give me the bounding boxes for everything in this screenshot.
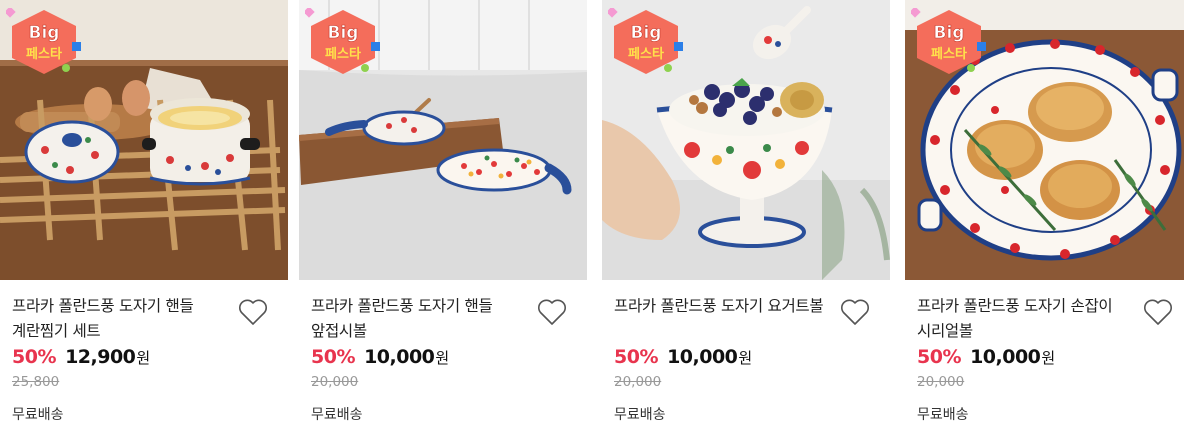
product-title[interactable]: 프라카 폴란드풍 도자기 핸들 앞접시볼 [311,294,523,344]
original-price: 20,000 [311,374,359,390]
price-row: 50% 10,000원 [311,346,449,372]
currency-unit: 원 [1041,349,1056,367]
badge-line1: Big [328,23,359,43]
currency-unit: 원 [738,349,753,367]
product-title[interactable]: 프라카 폴란드풍 도자기 핸들 계란찜기 세트 [12,294,224,344]
shipping-info: 무료배송 [917,407,969,423]
discount-rate: 50% [917,346,961,368]
big-festa-badge-icon: Big 페스타 [305,8,380,74]
sale-price: 10,000 [364,346,435,368]
original-price: 25,800 [12,374,60,390]
discount-rate: 50% [12,346,56,368]
badge-line2: 페스타 [325,46,361,62]
badge-line1: Big [29,23,60,43]
product-card[interactable]: Big 페스타 프라카 폴란드풍 도자기 핸들 계란찜기 세트 50% 12,9… [0,0,288,440]
heart-outline-icon[interactable] [537,298,567,326]
sale-price: 10,000 [667,346,738,368]
product-image[interactable]: Big 페스타 [299,0,587,280]
product-title[interactable]: 프라카 폴란드풍 도자기 요거트볼 [614,294,826,319]
shipping-info: 무료배송 [12,407,64,423]
badge-line2: 페스타 [931,46,967,62]
currency-unit: 원 [136,349,151,367]
badge-line2: 페스타 [628,46,664,62]
product-card[interactable]: Big 페스타 프라카 폴란드풍 도자기 요거트볼 50% 10,000원 20… [602,0,890,440]
badge-line1: Big [934,23,965,43]
shipping-info: 무료배송 [311,407,363,423]
big-festa-badge-icon: Big 페스타 [608,8,683,74]
sale-price: 12,900 [65,346,136,368]
badge-line2: 페스타 [26,46,62,62]
price-row: 50% 10,000원 [614,346,752,372]
currency-unit: 원 [435,349,450,367]
price-row: 50% 10,000원 [917,346,1055,372]
heart-outline-icon[interactable] [238,298,268,326]
discount-rate: 50% [614,346,658,368]
product-image[interactable]: Big 페스타 [602,0,890,280]
product-card[interactable]: Big 페스타 프라카 폴란드풍 도자기 손잡이 시리얼볼 50% 10,000… [905,0,1184,440]
price-row: 50% 12,900원 [12,346,150,372]
shipping-info: 무료배송 [614,407,666,423]
badge-line1: Big [631,23,662,43]
product-title[interactable]: 프라카 폴란드풍 도자기 손잡이 시리얼볼 [917,294,1129,344]
original-price: 20,000 [614,374,662,390]
product-image[interactable]: Big 페스타 [0,0,288,280]
product-card[interactable]: Big 페스타 프라카 폴란드풍 도자기 핸들 앞접시볼 50% 10,000원… [299,0,587,440]
discount-rate: 50% [311,346,355,368]
heart-outline-icon[interactable] [840,298,870,326]
sale-price: 10,000 [970,346,1041,368]
big-festa-badge-icon: Big 페스타 [911,8,986,74]
big-festa-badge-icon: Big 페스타 [6,8,81,74]
heart-outline-icon[interactable] [1143,298,1173,326]
product-image[interactable]: Big 페스타 [905,0,1184,280]
original-price: 20,000 [917,374,965,390]
product-grid: Big 페스타 프라카 폴란드풍 도자기 핸들 계란찜기 세트 50% 12,9… [0,0,1184,440]
